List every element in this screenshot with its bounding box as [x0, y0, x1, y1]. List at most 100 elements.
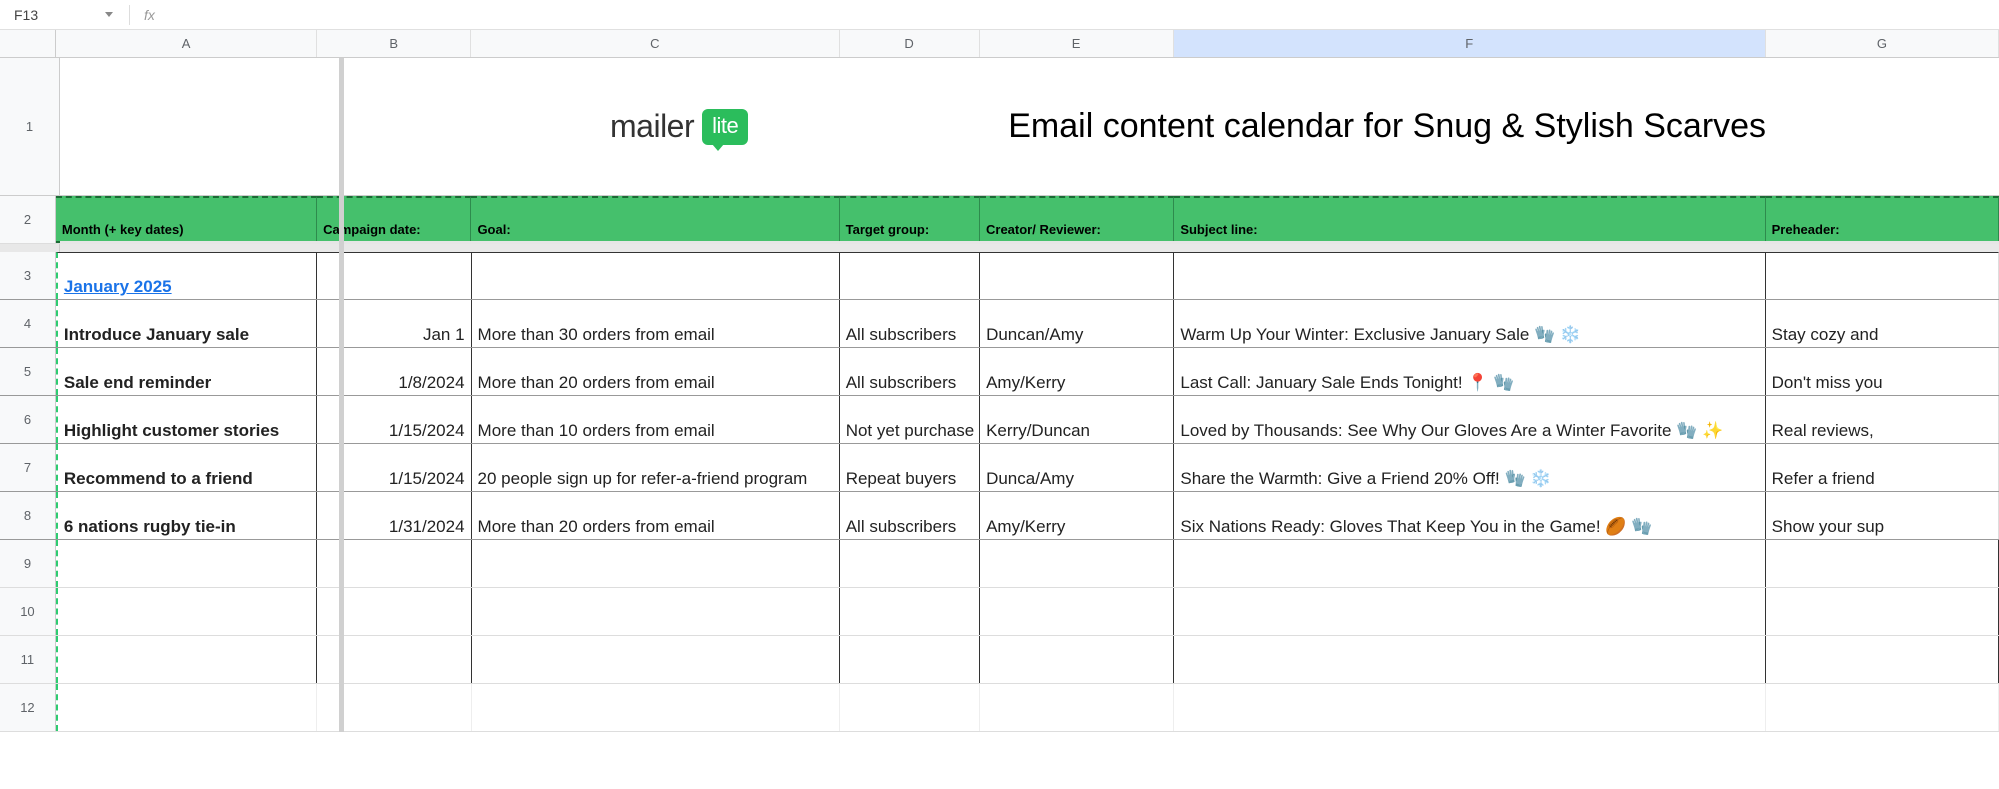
cell[interactable]	[980, 636, 1174, 683]
separator	[0, 244, 1999, 252]
month-link[interactable]: January 2025	[64, 277, 172, 297]
header-subject[interactable]: Subject line:	[1174, 196, 1765, 243]
formula-bar: F13 fx	[0, 0, 1999, 30]
cell[interactable]: Recommend to a friend	[56, 444, 317, 491]
select-all-corner[interactable]	[0, 30, 56, 57]
cell[interactable]	[472, 684, 840, 731]
cell[interactable]: Dunca/Amy	[980, 444, 1174, 491]
cell[interactable]	[840, 252, 980, 299]
table-row: 4 Introduce January sale Jan 1 More than…	[0, 300, 1999, 348]
cell[interactable]: 6 nations rugby tie-in	[56, 492, 317, 539]
cell[interactable]	[1174, 636, 1765, 683]
col-head-e[interactable]: E	[980, 30, 1174, 57]
cell[interactable]: Real reviews,	[1766, 396, 1999, 443]
divider	[129, 5, 130, 25]
cell[interactable]	[472, 636, 840, 683]
cell[interactable]	[472, 540, 840, 587]
row-head[interactable]: 1	[0, 58, 60, 195]
cell[interactable]: Last Call: January Sale Ends Tonight! 📍 …	[1174, 348, 1765, 395]
cell[interactable]: More than 20 orders from email	[472, 348, 840, 395]
cell[interactable]: Duncan/Amy	[980, 300, 1174, 347]
freeze-pane-divider[interactable]	[339, 58, 344, 732]
cell[interactable]	[56, 636, 317, 683]
header-month[interactable]: Month (+ key dates)	[56, 196, 317, 243]
table-row: 9	[0, 540, 1999, 588]
cell[interactable]	[56, 684, 317, 731]
logo-text-b: lite	[702, 109, 748, 145]
cell[interactable]: Warm Up Your Winter: Exclusive January S…	[1174, 300, 1765, 347]
spreadsheet[interactable]: A B C D E F G 1 mailer lite Email conten…	[0, 30, 1999, 732]
col-head-f[interactable]: F	[1174, 30, 1766, 57]
cell[interactable]	[1174, 588, 1765, 635]
cell[interactable]	[1766, 588, 1999, 635]
row-head[interactable]: 4	[0, 300, 56, 347]
cell[interactable]: Stay cozy and	[1766, 300, 1999, 347]
cell[interactable]	[56, 540, 317, 587]
cell[interactable]: Six Nations Ready: Gloves That Keep You …	[1174, 492, 1765, 539]
cell[interactable]	[980, 252, 1174, 299]
row-head[interactable]: 8	[0, 492, 56, 539]
header-preheader[interactable]: Preheader:	[1766, 196, 1999, 243]
row-head[interactable]: 5	[0, 348, 56, 395]
cell[interactable]: More than 10 orders from email	[472, 396, 840, 443]
cell[interactable]	[472, 252, 840, 299]
cell[interactable]: Introduce January sale	[56, 300, 317, 347]
cell[interactable]: 20 people sign up for refer-a-friend pro…	[472, 444, 840, 491]
cell[interactable]	[1766, 636, 1999, 683]
cell[interactable]: More than 20 orders from email	[472, 492, 840, 539]
cell[interactable]	[1174, 252, 1765, 299]
cell[interactable]: Amy/Kerry	[980, 492, 1174, 539]
cell[interactable]	[840, 684, 980, 731]
col-head-d[interactable]: D	[840, 30, 980, 57]
col-head-g[interactable]: G	[1766, 30, 1999, 57]
header-target[interactable]: Target group:	[840, 196, 980, 243]
cell[interactable]	[840, 588, 980, 635]
cell[interactable]	[1766, 684, 1999, 731]
row-head[interactable]: 10	[0, 588, 56, 635]
cell[interactable]: More than 30 orders from email	[472, 300, 840, 347]
chevron-down-icon[interactable]	[105, 12, 113, 17]
cell[interactable]	[980, 684, 1174, 731]
cell[interactable]: All subscribers	[840, 492, 980, 539]
cell[interactable]: Refer a friend	[1766, 444, 1999, 491]
cell[interactable]: Show your sup	[1766, 492, 1999, 539]
cell[interactable]	[1174, 540, 1765, 587]
title-row[interactable]: mailer lite Email content calendar for S…	[60, 58, 1999, 195]
row-head[interactable]: 3	[0, 252, 56, 299]
cell[interactable]	[980, 588, 1174, 635]
row-head[interactable]: 12	[0, 684, 56, 731]
row-head[interactable]: 7	[0, 444, 56, 491]
cell[interactable]: Don't miss you	[1766, 348, 1999, 395]
cell[interactable]: Sale end reminder	[56, 348, 317, 395]
cell[interactable]	[840, 636, 980, 683]
cell[interactable]: Not yet purchase	[840, 396, 980, 443]
cell[interactable]: Repeat buyers	[840, 444, 980, 491]
name-box[interactable]: F13	[6, 3, 121, 27]
cell[interactable]	[56, 588, 317, 635]
cell[interactable]	[472, 588, 840, 635]
cell[interactable]: January 2025	[56, 252, 317, 299]
cell[interactable]: All subscribers	[840, 300, 980, 347]
row-head[interactable]: 6	[0, 396, 56, 443]
cell[interactable]: Share the Warmth: Give a Friend 20% Off!…	[1174, 444, 1765, 491]
row-head[interactable]: 11	[0, 636, 56, 683]
cell[interactable]: All subscribers	[840, 348, 980, 395]
cell[interactable]	[1766, 252, 1999, 299]
cell[interactable]: Highlight customer stories	[56, 396, 317, 443]
cell[interactable]: Kerry/Duncan	[980, 396, 1174, 443]
col-head-a[interactable]: A	[56, 30, 317, 57]
cell[interactable]	[1174, 684, 1765, 731]
table-row: 11	[0, 636, 1999, 684]
row-head[interactable]: 9	[0, 540, 56, 587]
header-creator[interactable]: Creator/ Reviewer:	[980, 196, 1174, 243]
cell[interactable]	[980, 540, 1174, 587]
cell[interactable]: Amy/Kerry	[980, 348, 1174, 395]
cell[interactable]	[1766, 540, 1999, 587]
header-goal[interactable]: Goal:	[471, 196, 839, 243]
cell[interactable]	[840, 540, 980, 587]
formula-input[interactable]	[161, 3, 1993, 27]
col-head-c[interactable]: C	[471, 30, 839, 57]
col-head-b[interactable]: B	[317, 30, 471, 57]
row-head[interactable]: 2	[0, 196, 56, 243]
cell[interactable]: Loved by Thousands: See Why Our Gloves A…	[1174, 396, 1765, 443]
